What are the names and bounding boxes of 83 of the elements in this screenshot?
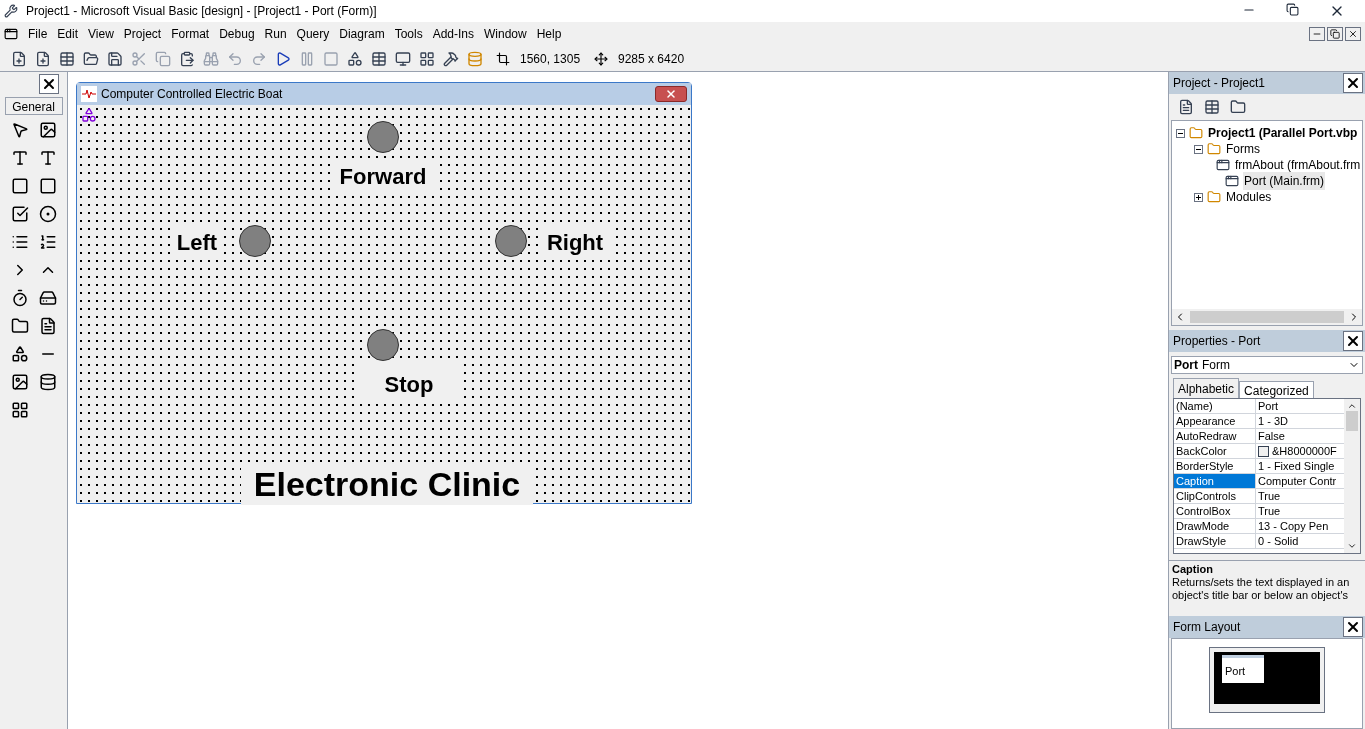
collapse-toggle[interactable] [1194,144,1203,154]
tree-item[interactable]: Forms [1225,140,1261,158]
property-value[interactable]: True [1256,489,1344,503]
restore-button[interactable] [1327,27,1343,41]
close-icon [665,88,677,100]
close-icon [1345,75,1361,91]
menu-item[interactable]: View [88,25,114,43]
menu-item[interactable]: Debug [219,25,255,43]
tree-item[interactable]: Port (Main.frm) [1243,172,1325,190]
menu-item[interactable]: Tools [394,25,423,43]
property-value[interactable]: True [1256,504,1344,518]
menu-item[interactable]: Edit [57,25,79,43]
folder-icon [1207,143,1221,155]
close-button[interactable] [1343,73,1363,93]
properties-tab[interactable]: Alphabetic [1173,378,1240,398]
property-name[interactable]: DrawStyle [1174,534,1256,548]
restore-icon [1330,29,1340,39]
tree-item[interactable]: Project1 (Parallel Port.vbp [1207,124,1359,142]
expand-toggle[interactable] [1194,192,1203,202]
property-name[interactable]: ClipControls [1174,489,1256,503]
property-name[interactable]: (Name) [1174,399,1256,413]
property-value[interactable]: 0 - Solid [1256,534,1344,548]
close-button[interactable] [655,86,687,102]
menu-item[interactable]: Diagram [339,25,385,43]
property-value[interactable]: 1 - Fixed Single [1256,459,1344,473]
window-title: Project1 - Microsoft Visual Basic [design] - [Project1 - Port (Form)] [26,3,377,20]
menu-item[interactable]: Run [264,25,287,43]
property-value[interactable]: &H8000000F [1256,444,1344,458]
position-readout: 1560, 1305 [519,50,582,68]
object-dropdown[interactable]: Port Form [1171,356,1363,374]
folder-icon [1189,127,1203,139]
property-value[interactable]: 1 - 3D [1256,414,1344,428]
menu-item[interactable]: Help [536,25,562,43]
color-swatch [1258,445,1269,457]
property-value[interactable]: Port [1256,399,1344,413]
object-name: Port [1174,357,1198,374]
form-preview: Port [1225,665,1246,677]
vertical-scrollbar[interactable] [1344,399,1360,553]
minimize-button[interactable] [1309,27,1325,41]
panel-title: Project - Project1 [1173,75,1266,92]
properties-tab[interactable]: Categorized [1239,381,1314,398]
property-name[interactable]: DrawMode [1174,519,1256,533]
property-name[interactable]: ControlBox [1174,504,1256,518]
menu-item[interactable]: Add-Ins [432,25,474,43]
property-value[interactable]: 13 - Copy Pen [1256,519,1344,533]
close-button[interactable] [1343,331,1363,351]
property-value[interactable]: False [1256,429,1344,443]
menu-item[interactable]: Query [296,25,330,43]
description-title: Caption [1172,563,1214,576]
scroll-thumb[interactable] [1346,411,1358,431]
restore-icon[interactable] [1286,3,1299,16]
property-name[interactable]: BackColor [1174,444,1256,458]
horizontal-scrollbar[interactable] [1172,309,1362,325]
property-name[interactable]: Appearance [1174,414,1256,428]
size-readout: 9285 x 6420 [617,50,686,68]
scroll-down-icon [1347,541,1357,551]
property-name[interactable]: AutoRedraw [1174,429,1256,443]
menu-item[interactable]: Format [171,25,210,43]
description-text: Returns/sets the text displayed in an object's title bar or below an object's [1172,576,1351,602]
menu-item[interactable]: Project [123,25,162,43]
object-type: Form [1202,357,1230,374]
scroll-up-icon [1347,401,1357,411]
menu-item[interactable]: Window [484,25,527,43]
close-button[interactable] [39,74,59,94]
close-icon [41,76,57,92]
panel-title: Properties - Port [1173,333,1261,350]
plus-icon [1195,193,1202,201]
close-button[interactable] [1343,617,1363,637]
tree-item[interactable]: frmAbout (frmAbout.frm [1234,156,1362,174]
property-name[interactable]: Caption [1174,474,1256,488]
property-name[interactable]: BorderStyle [1174,459,1256,473]
scroll-thumb[interactable] [1190,311,1344,323]
toolbox-tab[interactable]: General [4,97,63,115]
panel-title: Form Layout [1173,619,1241,636]
form-title: Computer Controlled Electric Boat [101,86,283,103]
close-icon [1348,29,1358,39]
close-button[interactable] [1345,27,1361,41]
collapse-toggle[interactable] [1176,128,1185,138]
property-value[interactable]: Computer Contr [1256,474,1344,488]
tree-item[interactable]: Modules [1225,188,1273,206]
close-icon [1345,333,1361,349]
menu-item[interactable]: File [28,25,48,43]
close-icon [1345,619,1361,635]
